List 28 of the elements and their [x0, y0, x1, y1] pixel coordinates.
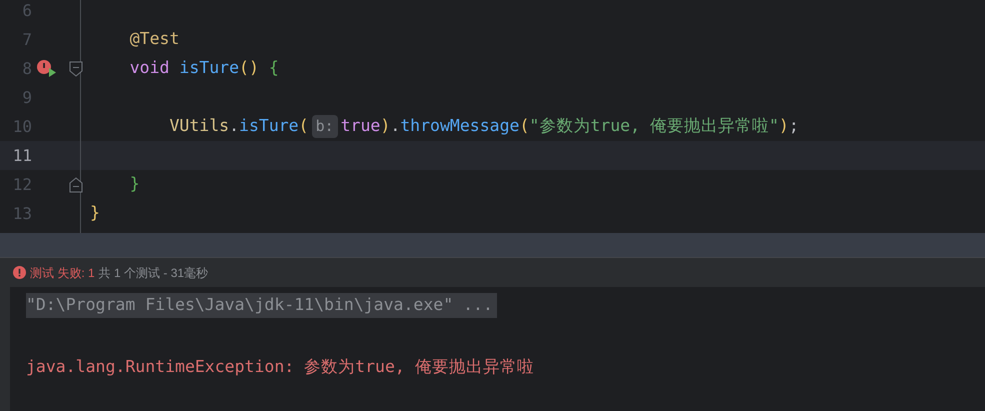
code-token: void: [128, 57, 170, 80]
test-failed-label: 测试 失败: 1: [30, 264, 95, 282]
code-token: }: [90, 202, 100, 224]
error-icon: [13, 266, 26, 279]
test-summary: 共 1 个测试 - 31毫秒: [98, 264, 208, 282]
code-token: {: [268, 57, 279, 80]
code-token: ): [778, 115, 789, 138]
console-error-line: java.lang.RuntimeException: 参数为true, 俺要抛出异常啦: [26, 356, 534, 378]
fold-marker-icon[interactable]: [69, 176, 83, 192]
code-token: ): [380, 115, 390, 138]
line-number: 11: [12, 144, 32, 166]
code-token: true: [340, 115, 380, 138]
parameter-hint: b:: [312, 115, 338, 138]
code-token: ;: [788, 115, 799, 138]
code-token: (: [519, 115, 530, 138]
code-token: isTure: [178, 57, 240, 80]
code-token: isTure: [239, 115, 299, 138]
failed-test-run-icon[interactable]: [36, 60, 58, 78]
code-token: .: [390, 115, 400, 138]
code-token: (: [298, 115, 309, 138]
code-token: }: [128, 173, 140, 196]
fold-marker-icon[interactable]: [69, 60, 83, 76]
code-token: VUtils: [168, 115, 230, 138]
code-token: @Test: [128, 28, 180, 50]
code-token: "参数为true, 俺要抛出异常啦": [529, 115, 779, 138]
code-token: (): [239, 57, 259, 80]
code-token: .: [229, 115, 240, 138]
code-token: throwMessage: [400, 115, 520, 138]
